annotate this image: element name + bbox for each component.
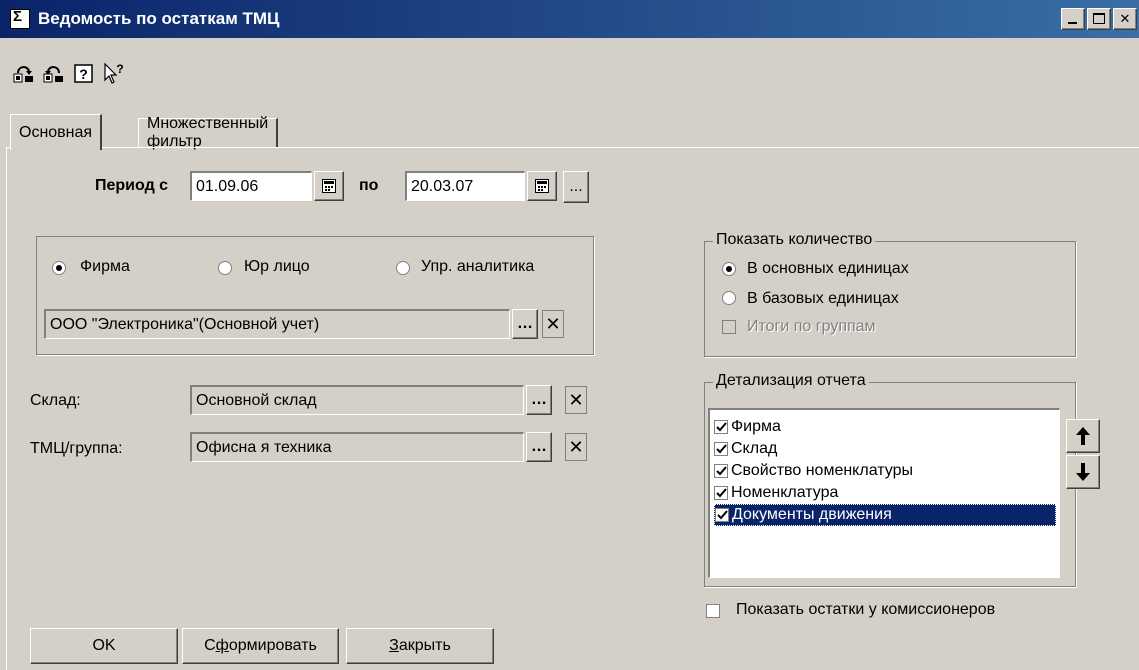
goods-label: ТМЦ/группа:: [30, 440, 123, 457]
title-bar[interactable]: Ведомость по остаткам ТМЦ ✕: [0, 0, 1139, 38]
window-title: Ведомость по остаткам ТМЦ: [38, 9, 280, 28]
tab-main[interactable]: Основная: [10, 114, 103, 150]
warehouse-clear-button[interactable]: ✕: [565, 386, 587, 414]
period-to-field[interactable]: 20.03.07: [405, 171, 525, 201]
radio-base-units-label[interactable]: В базовых единицах: [747, 290, 899, 308]
period-from-field[interactable]: 01.09.06: [190, 171, 312, 201]
close-button[interactable]: ✕: [1113, 8, 1137, 30]
list-item-label: Свойство номенклатуры: [731, 462, 913, 479]
arrow-up-icon: [1076, 427, 1090, 445]
list-item-label: Номенклатура: [731, 484, 839, 501]
goods-clear-button[interactable]: ✕: [565, 433, 587, 461]
close-label-end: акрыть: [398, 637, 451, 654]
list-item[interactable]: Номенклатура: [714, 482, 838, 504]
list-item-label: Фирма: [731, 418, 781, 435]
period-from-label: Период с: [95, 177, 169, 194]
radio-management-analytics-label[interactable]: Упр. аналитика: [421, 258, 534, 276]
arrow-down-icon: [1076, 463, 1090, 481]
checkbox-checked[interactable]: [714, 486, 728, 500]
radio-firm[interactable]: [52, 261, 66, 275]
radio-management-analytics[interactable]: [396, 261, 410, 275]
move-up-button[interactable]: [1066, 419, 1100, 453]
move-down-button[interactable]: [1066, 455, 1100, 489]
generate-hotkey: ф: [215, 637, 229, 654]
totals-by-groups-label: Итоги по группам: [747, 318, 876, 335]
generate-label-end: ормировать: [228, 637, 317, 654]
radio-main-units-label[interactable]: В основных единицах: [747, 260, 909, 278]
warehouse-label: Склад:: [30, 392, 81, 409]
checkbox-checked[interactable]: [714, 464, 728, 478]
calendar-from-button[interactable]: [314, 171, 344, 201]
radio-legal-entity-label[interactable]: Юр лицо: [244, 258, 310, 276]
tab-multi-filter[interactable]: Множественный фильтр: [138, 115, 279, 150]
checkbox-checked[interactable]: [714, 442, 728, 456]
list-item-label: Склад: [731, 440, 778, 457]
commission-checkbox[interactable]: [706, 604, 720, 618]
period-to-label: по: [359, 177, 379, 194]
checkbox-checked[interactable]: [714, 420, 728, 434]
toolbar: ? ?: [12, 62, 126, 86]
close-icon: ✕: [1119, 11, 1131, 26]
details-group-title: Детализация отчета: [713, 372, 869, 390]
list-item[interactable]: Склад: [714, 438, 777, 460]
ok-button[interactable]: OK: [30, 628, 178, 664]
warehouse-field[interactable]: Основной склад: [190, 385, 524, 415]
list-item[interactable]: Фирма: [714, 416, 781, 438]
calendar-icon: [535, 179, 549, 193]
svg-text:?: ?: [116, 62, 123, 76]
totals-by-groups-checkbox[interactable]: [722, 320, 736, 334]
calendar-to-button[interactable]: [527, 171, 557, 201]
org-field[interactable]: ООО "Электроника"(Основной учет): [44, 309, 510, 339]
import-icon[interactable]: [42, 62, 66, 86]
radio-legal-entity[interactable]: [218, 261, 232, 275]
warehouse-select-button[interactable]: …: [526, 385, 552, 415]
goods-field[interactable]: Офисна я техника: [190, 432, 524, 462]
radio-main-units[interactable]: [722, 262, 736, 276]
close-hotkey: З: [389, 637, 399, 654]
window-controls: ✕: [1061, 8, 1137, 30]
list-item[interactable]: Свойство номенклатуры: [714, 460, 913, 482]
period-select-button[interactable]: ...: [563, 171, 589, 203]
report-window: Ведомость по остаткам ТМЦ ✕: [0, 0, 1139, 670]
minimize-icon: [1068, 22, 1077, 24]
quantity-group-title: Показать количество: [713, 231, 876, 249]
commission-label[interactable]: Показать остатки у комиссионеров: [736, 601, 995, 619]
org-select-button[interactable]: …: [512, 309, 538, 339]
svg-text:?: ?: [79, 66, 88, 82]
org-clear-button[interactable]: ✕: [542, 310, 564, 338]
maximize-button[interactable]: [1087, 8, 1111, 30]
maximize-icon: [1093, 13, 1105, 24]
minimize-button[interactable]: [1061, 8, 1085, 30]
list-item-selected[interactable]: Документы движения: [714, 504, 1056, 526]
radio-firm-label[interactable]: Фирма: [80, 258, 130, 276]
context-help-icon[interactable]: ?: [102, 62, 126, 86]
export-icon[interactable]: [12, 62, 36, 86]
details-listbox[interactable]: Фирма Склад Свойство номенклатуры Номенк…: [708, 408, 1060, 578]
calendar-icon: [322, 179, 336, 193]
generate-button[interactable]: Сф ормировать: [182, 628, 339, 664]
help-icon[interactable]: ?: [72, 62, 96, 86]
goods-select-button[interactable]: …: [526, 432, 552, 462]
list-item-label: Документы движения: [732, 506, 892, 523]
generate-label-start: С: [204, 637, 216, 654]
checkbox-checked[interactable]: [715, 508, 729, 522]
report-sigma-icon: [10, 8, 30, 29]
close-dialog-button[interactable]: Закрыть: [346, 628, 494, 664]
radio-base-units[interactable]: [722, 291, 736, 305]
